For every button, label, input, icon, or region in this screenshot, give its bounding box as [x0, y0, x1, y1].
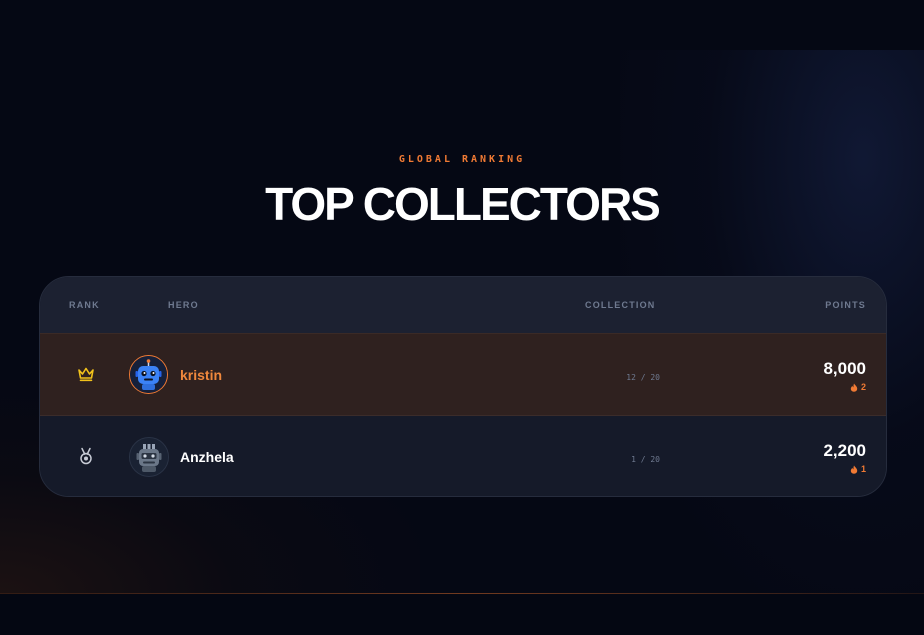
column-header-hero: HERO [168, 300, 199, 310]
collection-count: 1 / 20 [631, 455, 660, 464]
hero-name[interactable]: kristin [180, 367, 222, 383]
streak-count: 2 [860, 382, 866, 392]
column-header-rank: RANK [69, 300, 100, 310]
footer-band [0, 594, 924, 635]
table-header: RANK HERO COLLECTION POINTS [40, 277, 886, 334]
table-row[interactable]: Anzhela 1 / 20 2,200 1 [40, 416, 886, 496]
leaderboard-table: RANK HERO COLLECTION POINTS kristin 12 /… [39, 276, 887, 497]
hero-name[interactable]: Anzhela [180, 449, 234, 465]
points-value: 2,200 [823, 441, 866, 460]
section-eyebrow: GLOBAL RANKING [398, 154, 526, 165]
gray-robot-avatar-icon [130, 438, 168, 476]
column-header-collection: COLLECTION [585, 300, 656, 310]
collection-count: 12 / 20 [626, 373, 660, 382]
medal-icon [76, 446, 96, 466]
blue-robot-avatar-icon [130, 356, 167, 393]
crown-icon [76, 364, 96, 384]
points-value: 8,000 [823, 359, 866, 378]
flame-icon [850, 383, 858, 392]
streak-count: 1 [860, 464, 866, 474]
table-row[interactable]: kristin 12 / 20 8,000 2 [40, 334, 886, 416]
flame-icon [850, 465, 858, 474]
page-title: TOP COLLECTORS [265, 178, 661, 230]
streak-badge: 2 [850, 382, 866, 392]
column-header-points: POINTS [825, 300, 866, 310]
streak-badge: 1 [850, 464, 866, 474]
avatar[interactable] [129, 355, 168, 394]
avatar[interactable] [129, 437, 169, 477]
